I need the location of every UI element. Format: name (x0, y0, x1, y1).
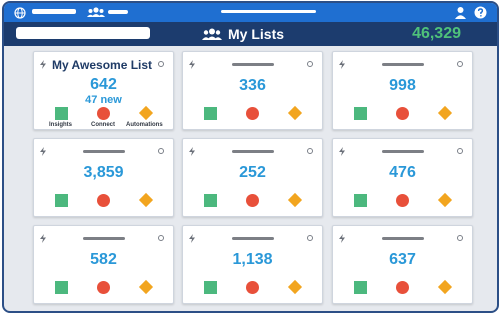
automations-icon[interactable] (138, 192, 154, 208)
card-title: My Awesome List (52, 58, 153, 72)
connect-icon[interactable] (97, 107, 110, 120)
automations-icon[interactable] (437, 192, 453, 208)
connect-label: Connect (91, 122, 115, 128)
card-value: 3,859 (83, 164, 124, 181)
card-title-placeholder (82, 237, 125, 240)
bolt-icon (339, 234, 345, 243)
connect-icon[interactable] (246, 281, 259, 294)
automations-label: Automations (126, 122, 163, 128)
card-value: 998 (389, 77, 416, 94)
nav-item-lists[interactable] (108, 10, 128, 14)
bolt-icon (40, 234, 46, 243)
automations-icon[interactable] (287, 192, 303, 208)
automations-icon[interactable] (138, 279, 154, 295)
top-nav-bar (4, 3, 497, 22)
list-card[interactable]: 476 (332, 138, 473, 217)
card-title-placeholder (82, 150, 125, 153)
people-icon[interactable] (87, 6, 105, 18)
insights-label: Insights (49, 122, 73, 128)
top-bar-placeholder (221, 10, 316, 13)
page-title: My Lists (228, 26, 285, 42)
nav-item-active[interactable] (32, 9, 76, 14)
card-title-placeholder (381, 63, 424, 66)
status-circle-icon[interactable] (158, 61, 164, 67)
insights-icon[interactable] (354, 107, 367, 120)
card-value: 476 (389, 164, 416, 181)
app-window: My Lists 46,329 My Awesome List 642 47 n… (2, 1, 499, 313)
people-icon (202, 28, 222, 40)
card-title-placeholder (231, 63, 274, 66)
list-card[interactable]: 1,138 (182, 225, 323, 304)
bolt-icon (40, 147, 46, 156)
list-card[interactable]: My Awesome List 642 47 new Insights Conn… (33, 51, 174, 130)
list-card[interactable]: 998 (332, 51, 473, 130)
status-circle-icon[interactable] (457, 61, 463, 67)
page-header: My Lists 46,329 (4, 22, 497, 46)
connect-icon[interactable] (246, 194, 259, 207)
card-value: 252 (239, 164, 266, 181)
insights-icon[interactable] (204, 194, 217, 207)
connect-icon[interactable] (396, 281, 409, 294)
card-value: 336 (239, 77, 266, 94)
status-circle-icon[interactable] (457, 148, 463, 154)
insights-icon[interactable] (55, 107, 68, 120)
globe-icon[interactable] (14, 7, 26, 19)
user-icon[interactable] (454, 6, 467, 19)
bolt-icon (189, 60, 195, 69)
automations-icon[interactable] (437, 105, 453, 121)
insights-icon[interactable] (354, 281, 367, 294)
automations-icon[interactable] (287, 105, 303, 121)
card-value: 642 (90, 76, 117, 93)
connect-icon[interactable] (97, 194, 110, 207)
connect-icon[interactable] (396, 194, 409, 207)
search-input[interactable] (16, 27, 150, 39)
help-icon[interactable] (474, 6, 487, 19)
page-title-group: My Lists (202, 25, 284, 43)
status-circle-icon[interactable] (158, 235, 164, 241)
status-circle-icon[interactable] (307, 235, 313, 241)
insights-icon[interactable] (354, 194, 367, 207)
connect-icon[interactable] (246, 107, 259, 120)
insights-icon[interactable] (55, 194, 68, 207)
insights-icon[interactable] (55, 281, 68, 294)
status-circle-icon[interactable] (158, 148, 164, 154)
bolt-icon (189, 234, 195, 243)
status-circle-icon[interactable] (457, 235, 463, 241)
list-card[interactable]: 582 (33, 225, 174, 304)
list-card[interactable]: 252 (182, 138, 323, 217)
status-circle-icon[interactable] (307, 61, 313, 67)
bolt-icon (40, 60, 46, 69)
card-title-placeholder (381, 150, 424, 153)
bolt-icon (189, 147, 195, 156)
automations-icon[interactable] (287, 279, 303, 295)
card-value: 637 (389, 251, 416, 268)
card-value: 582 (90, 251, 117, 268)
status-circle-icon[interactable] (307, 148, 313, 154)
new-count: 47 new (85, 94, 122, 106)
automations-icon[interactable] (138, 105, 154, 121)
list-card[interactable]: 3,859 (33, 138, 174, 217)
card-title-placeholder (381, 237, 424, 240)
automations-icon[interactable] (437, 279, 453, 295)
card-title-placeholder (231, 237, 274, 240)
total-count: 46,329 (412, 25, 461, 42)
bolt-icon (339, 60, 345, 69)
card-title-placeholder (231, 150, 274, 153)
insights-icon[interactable] (204, 107, 217, 120)
bolt-icon (339, 147, 345, 156)
insights-icon[interactable] (204, 281, 217, 294)
connect-icon[interactable] (97, 281, 110, 294)
list-card[interactable]: 336 (182, 51, 323, 130)
list-card[interactable]: 637 (332, 225, 473, 304)
connect-icon[interactable] (396, 107, 409, 120)
card-value: 1,138 (232, 251, 273, 268)
